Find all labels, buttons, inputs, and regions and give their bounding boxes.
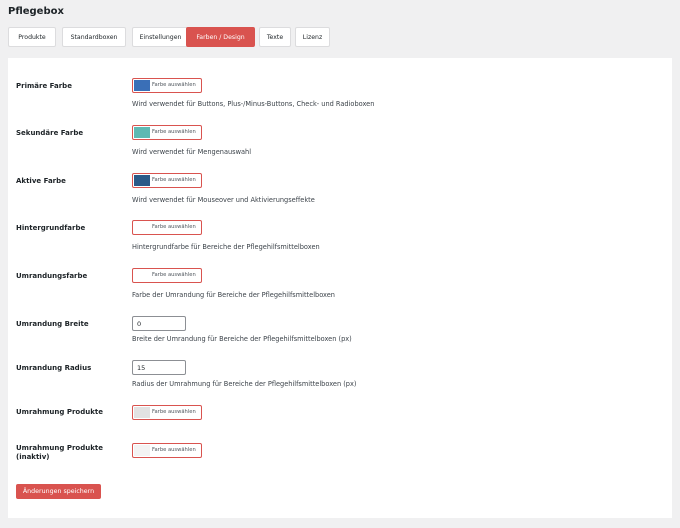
frame-products-inactive-swatch (134, 445, 150, 456)
active-color-description: Wird verwendet für Mouseover und Aktivie… (132, 196, 315, 204)
tab-produkte[interactable]: Produkte (8, 27, 56, 47)
border-radius-label: Umrandung Radius (16, 364, 92, 372)
border-color-picker-button[interactable]: Farbe auswählen (132, 268, 202, 283)
border-color-swatch (134, 270, 150, 281)
page-title: Pflegebox (8, 6, 64, 17)
primary-color-label: Primäre Farbe (16, 82, 72, 90)
secondary-color-swatch (134, 127, 150, 138)
settings-panel: Primäre Farbe Farbe auswählen Wird verwe… (8, 58, 672, 518)
active-color-swatch (134, 175, 150, 186)
frame-products-picker-button[interactable]: Farbe auswählen (132, 405, 202, 420)
tab-standardboxen[interactable]: Standardboxen (62, 27, 126, 47)
border-color-description: Farbe der Umrandung für Bereiche der Pfl… (132, 291, 335, 299)
background-color-button-label: Farbe auswählen (152, 224, 196, 230)
tab-texte[interactable]: Texte (259, 27, 291, 47)
tab-einstellungen[interactable]: Einstellungen (132, 27, 189, 47)
frame-products-label: Umrahmung Produkte (16, 408, 103, 416)
border-width-label: Umrandung Breite (16, 320, 89, 328)
active-color-label: Aktive Farbe (16, 177, 66, 185)
secondary-color-description: Wird verwendet für Mengenauswahl (132, 148, 252, 156)
primary-color-swatch (134, 80, 150, 91)
border-color-button-label: Farbe auswählen (152, 272, 196, 278)
background-color-description: Hintergrundfarbe für Bereiche der Pflege… (132, 243, 320, 251)
border-radius-input[interactable] (132, 360, 186, 375)
primary-color-picker-button[interactable]: Farbe auswählen (132, 78, 202, 93)
background-color-label: Hintergrundfarbe (16, 224, 86, 232)
secondary-color-picker-button[interactable]: Farbe auswählen (132, 125, 202, 140)
primary-color-description: Wird verwendet für Buttons, Plus-/Minus-… (132, 100, 375, 108)
secondary-color-label: Sekundäre Farbe (16, 129, 84, 137)
secondary-color-button-label: Farbe auswählen (152, 129, 196, 135)
border-width-description: Breite der Umrandung für Bereiche der Pf… (132, 335, 352, 343)
frame-products-button-label: Farbe auswählen (152, 409, 196, 415)
border-radius-description: Radius der Umrahmung für Bereiche der Pf… (132, 380, 357, 388)
border-width-input[interactable] (132, 316, 186, 331)
frame-products-inactive-picker-button[interactable]: Farbe auswählen (132, 443, 202, 458)
border-color-label: Umrandungsfarbe (16, 272, 88, 280)
background-color-picker-button[interactable]: Farbe auswählen (132, 220, 202, 235)
primary-color-button-label: Farbe auswählen (152, 82, 196, 88)
save-changes-button[interactable]: Änderungen speichern (16, 484, 101, 499)
tab-farben-design[interactable]: Farben / Design (186, 27, 255, 47)
frame-products-swatch (134, 407, 150, 418)
tab-lizenz[interactable]: Lizenz (295, 27, 330, 47)
frame-products-inactive-label: Umrahmung Produkte (inaktiv) (16, 444, 103, 461)
background-color-swatch (134, 222, 150, 233)
active-color-picker-button[interactable]: Farbe auswählen (132, 173, 202, 188)
active-color-button-label: Farbe auswählen (152, 177, 196, 183)
frame-products-inactive-button-label: Farbe auswählen (152, 447, 196, 453)
